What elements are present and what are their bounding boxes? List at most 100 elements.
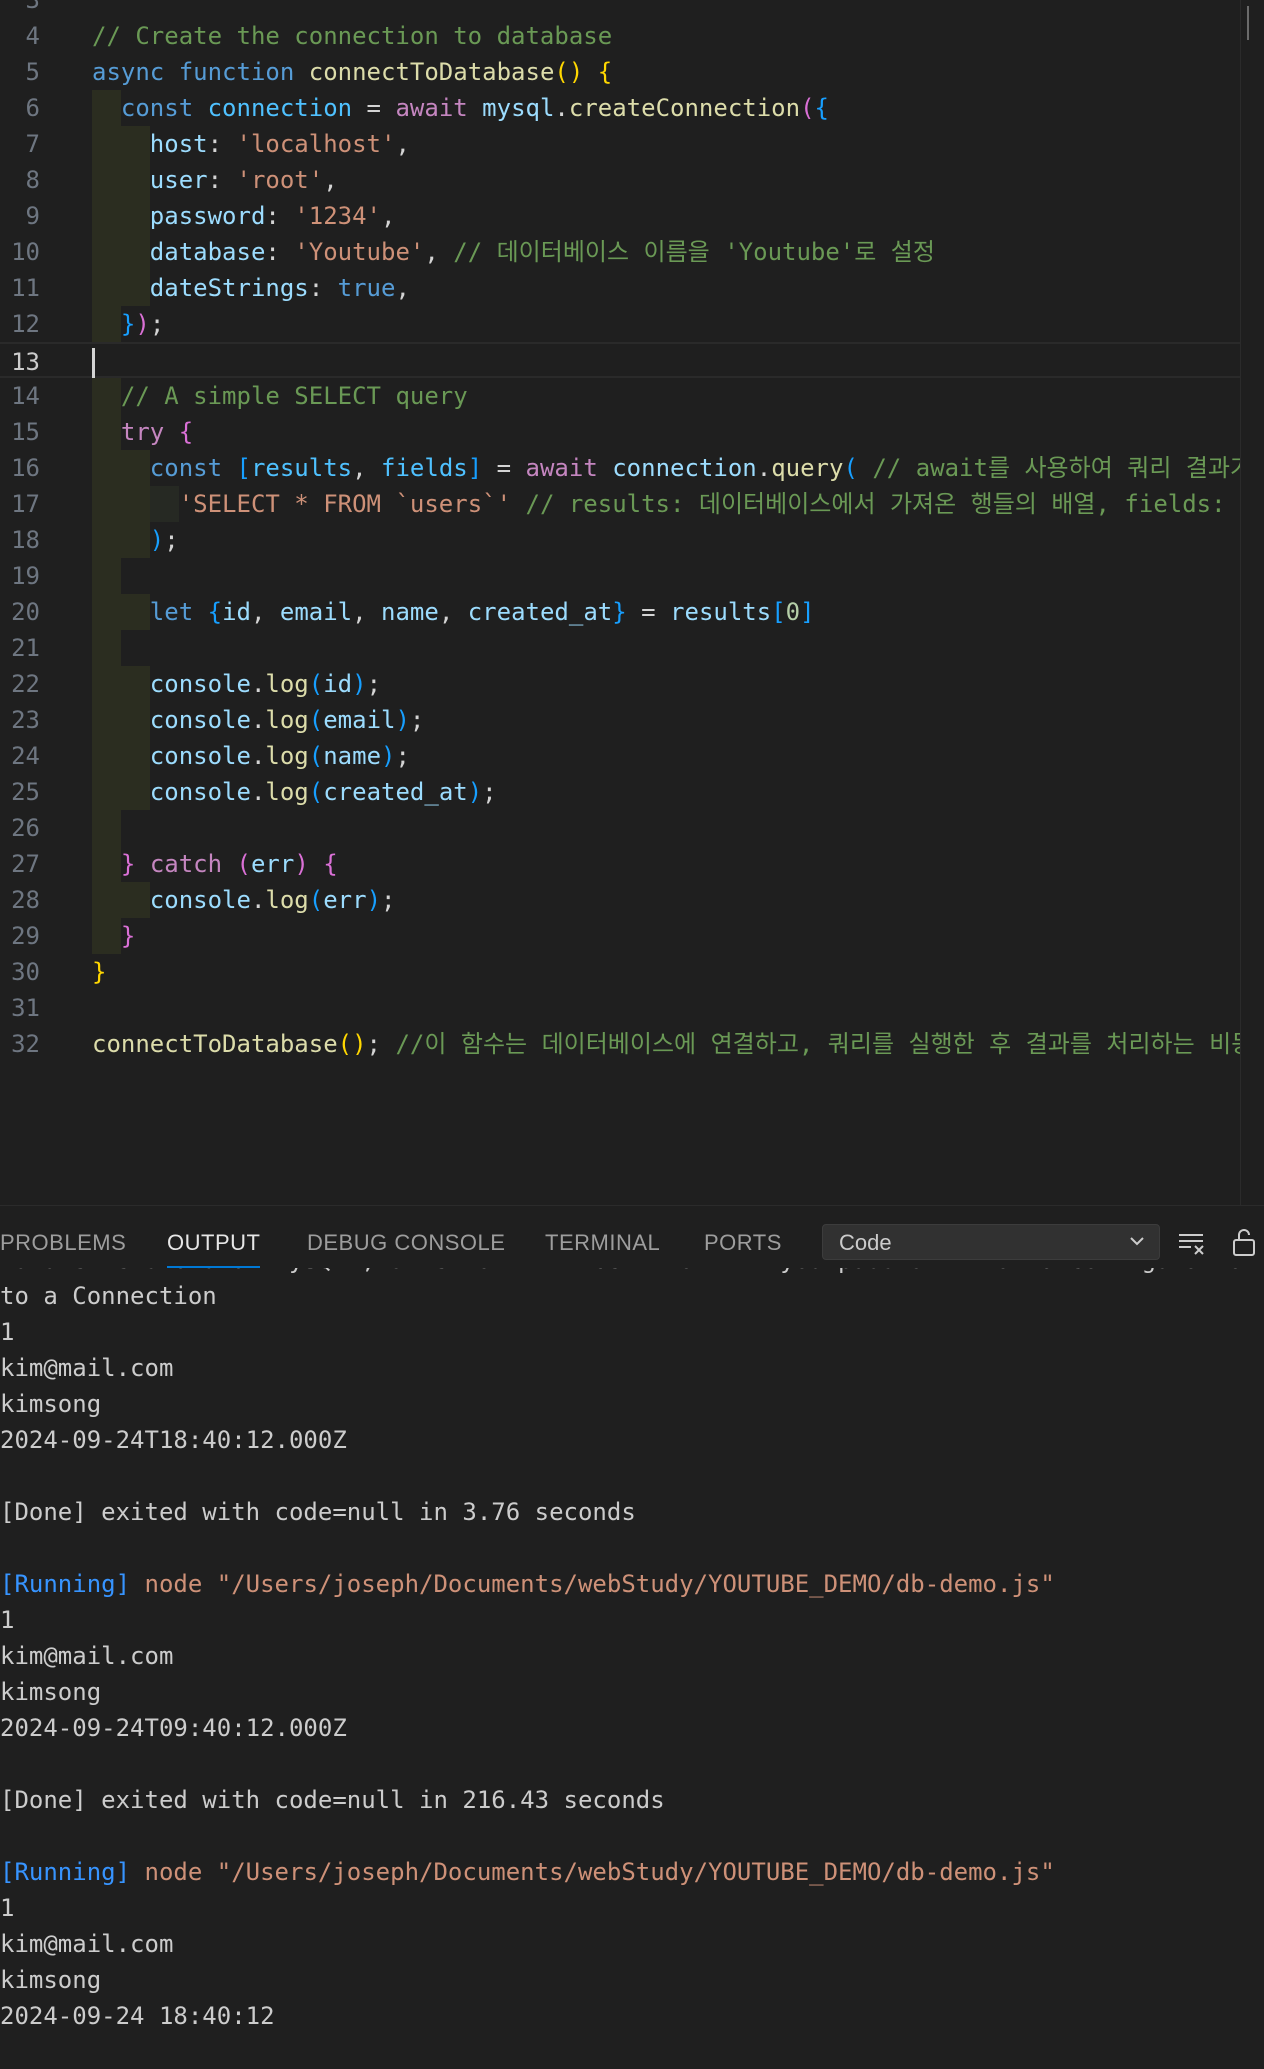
tab-ports[interactable]: PORTS [704, 1206, 782, 1268]
code-line[interactable]: 13 [0, 342, 1240, 380]
indent-guide [92, 558, 121, 594]
tab-output[interactable]: OUTPUT [167, 1206, 261, 1268]
code-line[interactable]: 9 password: '1234', [0, 198, 1240, 234]
code-text: console.log(err); [149, 886, 396, 914]
code-text: console.log(created_at); [149, 778, 497, 806]
code-line[interactable]: 32 connectToDatabase(); //이 함수는 데이터베이스에 연… [0, 1026, 1264, 1062]
code-text: console.log(name); [149, 742, 410, 770]
output-line: 2024-09-24T18:40:12.000Z [0, 1426, 347, 1454]
code-text: try { [120, 418, 194, 446]
code-text: password: '1234', [149, 202, 396, 230]
tab-problems[interactable]: PROBLEMS [0, 1206, 126, 1268]
code-line[interactable]: 18 ); [0, 522, 1240, 558]
code-line[interactable]: 29 } [0, 918, 1240, 954]
code-text: // Create the connection to database [92, 22, 613, 50]
code-line[interactable]: 28 console.log(err); [0, 882, 1240, 918]
line-number: 23 [11, 706, 40, 734]
output-line: [Running] node "/Users/joseph/Documents/… [0, 1854, 1055, 1890]
output-line: kimsong [0, 1390, 102, 1418]
line-number: 31 [11, 994, 40, 1022]
code-line[interactable]: 25 console.log(created_at); [0, 774, 1240, 810]
code-line[interactable]: 7 host: 'localhost', [0, 126, 1240, 162]
line-number: 10 [11, 238, 40, 266]
output-line: future versions of MySQL2, an error will… [0, 1268, 1257, 1278]
panel-tab-bar: PROBLEMS OUTPUT DEBUG CONSOLE TERMINAL PORTS… [0, 1206, 1264, 1268]
code-line[interactable]: 30} [0, 954, 1240, 990]
output-channel-value: Code [839, 1230, 892, 1255]
line-number: 8 [25, 166, 40, 194]
code-line[interactable]: 8 user: 'root', [0, 162, 1240, 198]
code-line[interactable]: 17 'SELECT * FROM `users`' // results: 데… [0, 486, 1262, 522]
text-cursor [92, 348, 95, 380]
code-line[interactable]: 15 try { [0, 414, 1240, 450]
line-number: 6 [25, 94, 40, 122]
line-number: 20 [11, 598, 40, 626]
code-line[interactable]: 14 // A simple SELECT query [0, 378, 1240, 414]
code-line[interactable]: 6 const connection = await mysql.createC… [0, 90, 1240, 126]
editor-scrollbar[interactable] [1240, 0, 1264, 1205]
line-number: 15 [11, 418, 40, 446]
code-text: host: 'localhost', [149, 130, 410, 158]
clear-output-icon[interactable] [1176, 1226, 1208, 1258]
code-line[interactable]: 23 console.log(email); [0, 702, 1240, 738]
line-number: 26 [11, 814, 40, 842]
run-command: node "/Users/joseph/Documents/webStudy/Y… [130, 1570, 1055, 1598]
code-line[interactable]: 10 database: 'Youtube', // 데이터베이스 이름을 'Y… [0, 234, 1240, 270]
code-text: connectToDatabase(); //이 함수는 데이터베이스에 연결하… [92, 1030, 1264, 1058]
output-line: [Done] exited with code=null in 3.76 sec… [0, 1498, 636, 1526]
line-number: 24 [11, 742, 40, 770]
line-number: 25 [11, 778, 40, 806]
output-line: 2024-09-24 18:40:12 [0, 2002, 275, 2030]
code-text: 'SELECT * FROM `users`' // results: 데이터베… [178, 490, 1263, 518]
code-text: let {id, email, name, created_at} = resu… [149, 598, 815, 626]
code-text: const connection = await mysql.createCon… [120, 94, 829, 122]
output-line: kim@mail.com [0, 1930, 174, 1958]
code-line[interactable]: 11 dateStrings: true, [0, 270, 1240, 306]
code-line[interactable]: 27 } catch (err) { [0, 846, 1240, 882]
indent-guide [92, 810, 121, 846]
run-command: node "/Users/joseph/Documents/webStudy/Y… [130, 1858, 1055, 1886]
code-line[interactable]: 31 [0, 990, 1240, 1026]
code-line[interactable]: 26 [0, 810, 1240, 846]
output-line: to a Connection [0, 1282, 217, 1310]
code-line[interactable]: 5 async function connectToDatabase() { [0, 54, 1240, 90]
bottom-panel: PROBLEMS OUTPUT DEBUG CONSOLE TERMINAL PORTS… [0, 1205, 1264, 2069]
code-text: dateStrings: true, [149, 274, 410, 302]
line-number: 4 [25, 22, 40, 50]
code-line[interactable]: 22 console.log(id); [0, 666, 1240, 702]
line-number: 5 [25, 58, 40, 86]
output-line: kimsong [0, 1678, 102, 1706]
lock-icon[interactable] [1228, 1226, 1260, 1258]
output-line: 1 [0, 1318, 15, 1346]
line-number: 14 [11, 382, 40, 410]
code-line[interactable]: 12 }); [0, 306, 1240, 342]
tab-debug-console[interactable]: DEBUG CONSOLE [307, 1206, 505, 1268]
code-line[interactable]: 16 const [results, fields] = await conne… [0, 450, 1252, 486]
line-number: 13 [11, 348, 40, 376]
code-text: }); [120, 310, 165, 338]
output-line: [Running] node "/Users/joseph/Documents/… [0, 1566, 1055, 1602]
running-tag: [Running] [0, 1570, 131, 1598]
code-line[interactable]: 20 let {id, email, name, created_at} = r… [0, 594, 1240, 630]
line-number: 22 [11, 670, 40, 698]
line-number: 29 [11, 922, 40, 950]
line-number: 17 [11, 490, 40, 518]
line-number: 12 [11, 310, 40, 338]
output-channel-select[interactable]: Code [822, 1224, 1160, 1260]
output-log[interactable]: future versions of MySQL2, an error will… [0, 1268, 1264, 2069]
line-number: 28 [11, 886, 40, 914]
line-number: 27 [11, 850, 40, 878]
code-text: ); [149, 526, 179, 554]
chevron-down-icon [1130, 1237, 1144, 1246]
line-number: 30 [11, 958, 40, 986]
code-editor[interactable]: 3 4 // Create the connection to database 5 a… [0, 0, 1264, 1205]
output-line: 1 [0, 1606, 15, 1634]
code-text: // A simple SELECT query [120, 382, 468, 410]
running-tag: [Running] [0, 1858, 131, 1886]
code-line[interactable]: 19 [0, 558, 1240, 594]
code-line[interactable]: 21 [0, 630, 1240, 666]
tab-terminal[interactable]: TERMINAL [545, 1206, 660, 1268]
code-line[interactable]: 24 console.log(name); [0, 738, 1240, 774]
code-line[interactable]: 4 // Create the connection to database [0, 18, 1240, 54]
code-line[interactable]: 3 [0, 0, 1240, 18]
